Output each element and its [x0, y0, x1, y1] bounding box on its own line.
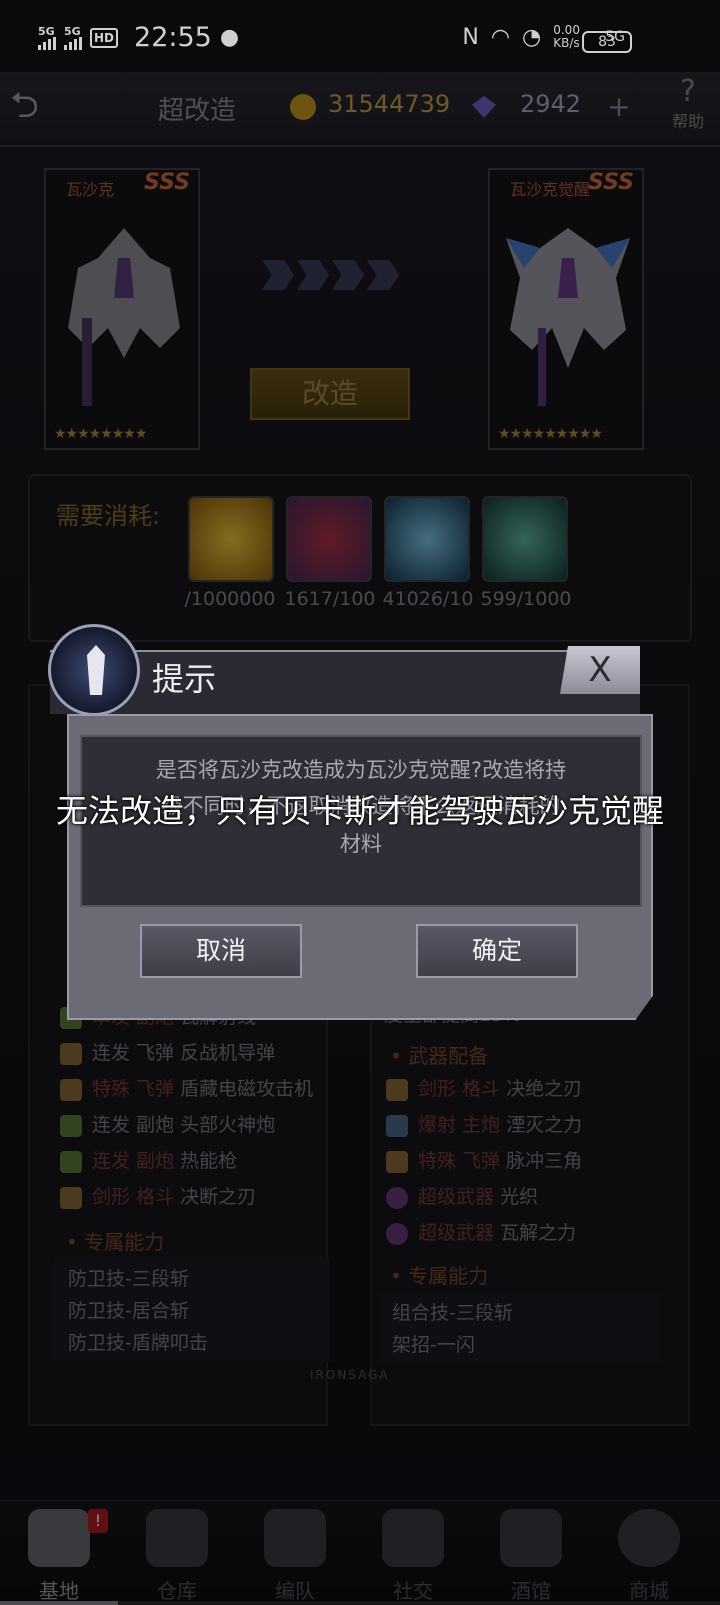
message-line: 是否将瓦沙克改造成为瓦沙克觉醒?改造将持	[155, 758, 567, 782]
nfc-icon: N	[462, 24, 479, 50]
alarm-icon: ◔	[522, 24, 542, 50]
dialog-title: 提示	[152, 660, 217, 698]
cancel-button[interactable]: 取消	[140, 924, 302, 978]
wechat-icon: ●	[219, 25, 240, 50]
mech-emblem-icon	[48, 624, 140, 716]
hd-icon: HD	[90, 27, 119, 48]
close-button[interactable]: X	[560, 646, 640, 694]
battery-icon: 83	[582, 31, 632, 53]
status-bar: 5G 5G HD 22:55 ● N ◠ ◔ 0.00 KB/s 5G 83	[0, 0, 720, 72]
clock: 22:55	[134, 22, 212, 53]
headphone-icon: ◠	[490, 24, 511, 50]
toast-message: 无法改造，只有贝卡斯才能驾驶瓦沙克觉醒	[55, 792, 664, 830]
signal-icon: 5G	[64, 26, 82, 50]
signal-icon: 5G	[38, 26, 56, 50]
confirm-button[interactable]: 确定	[416, 924, 578, 978]
